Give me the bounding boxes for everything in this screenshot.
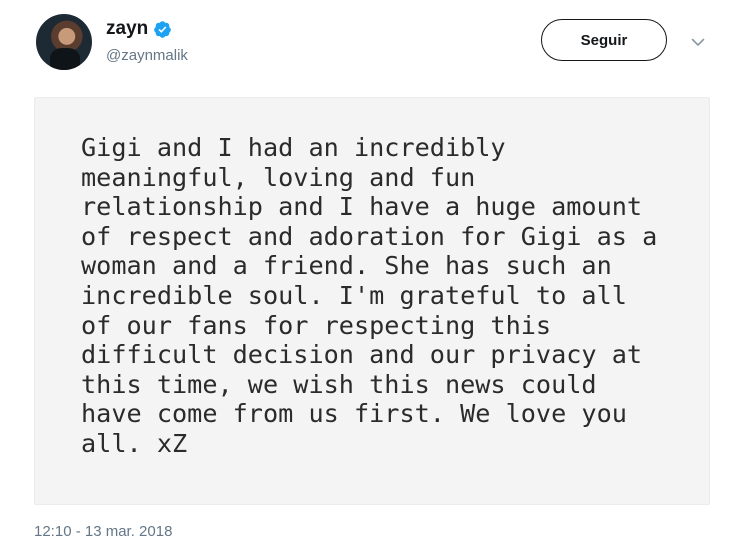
statement-line: difficult decision and our privacy at bbox=[81, 340, 643, 370]
statement-line: this time, we wish this news could bbox=[81, 369, 597, 399]
statement-line: woman and a friend. She has such an bbox=[81, 251, 612, 281]
follow-button[interactable]: Seguir bbox=[541, 19, 667, 61]
statement-line: of respect and adoration for Gigi as a bbox=[81, 221, 658, 251]
statement-line: incredible soul. I'm grateful to all bbox=[81, 280, 627, 310]
avatar[interactable] bbox=[36, 14, 92, 70]
tweet-header: zayn @zaynmalik Seguir bbox=[36, 14, 716, 74]
statement-line: of our fans for respecting this bbox=[81, 310, 552, 340]
chevron-down-icon[interactable] bbox=[690, 34, 706, 50]
name-row: zayn bbox=[106, 18, 172, 40]
statement-line: meaningful, loving and fun bbox=[81, 162, 476, 192]
statement-text: Gigi and I had an incredibly meaningful, … bbox=[81, 133, 696, 459]
statement-line: have come from us first. We love you bbox=[81, 399, 627, 429]
statement-image[interactable]: Gigi and I had an incredibly meaningful, … bbox=[34, 97, 710, 505]
tweet-timestamp[interactable]: 12:10 - 13 mar. 2018 bbox=[34, 523, 172, 540]
statement-line: relationship and I have a huge amount bbox=[81, 192, 643, 222]
statement-line: Gigi and I had an incredibly bbox=[81, 133, 506, 162]
statement-line: all. xZ bbox=[81, 428, 188, 458]
handle[interactable]: @zaynmalik bbox=[106, 47, 188, 64]
display-name[interactable]: zayn bbox=[106, 18, 148, 40]
verified-badge-icon bbox=[154, 20, 172, 38]
tweet: zayn @zaynmalik Seguir Gigi and I had an… bbox=[0, 0, 730, 545]
